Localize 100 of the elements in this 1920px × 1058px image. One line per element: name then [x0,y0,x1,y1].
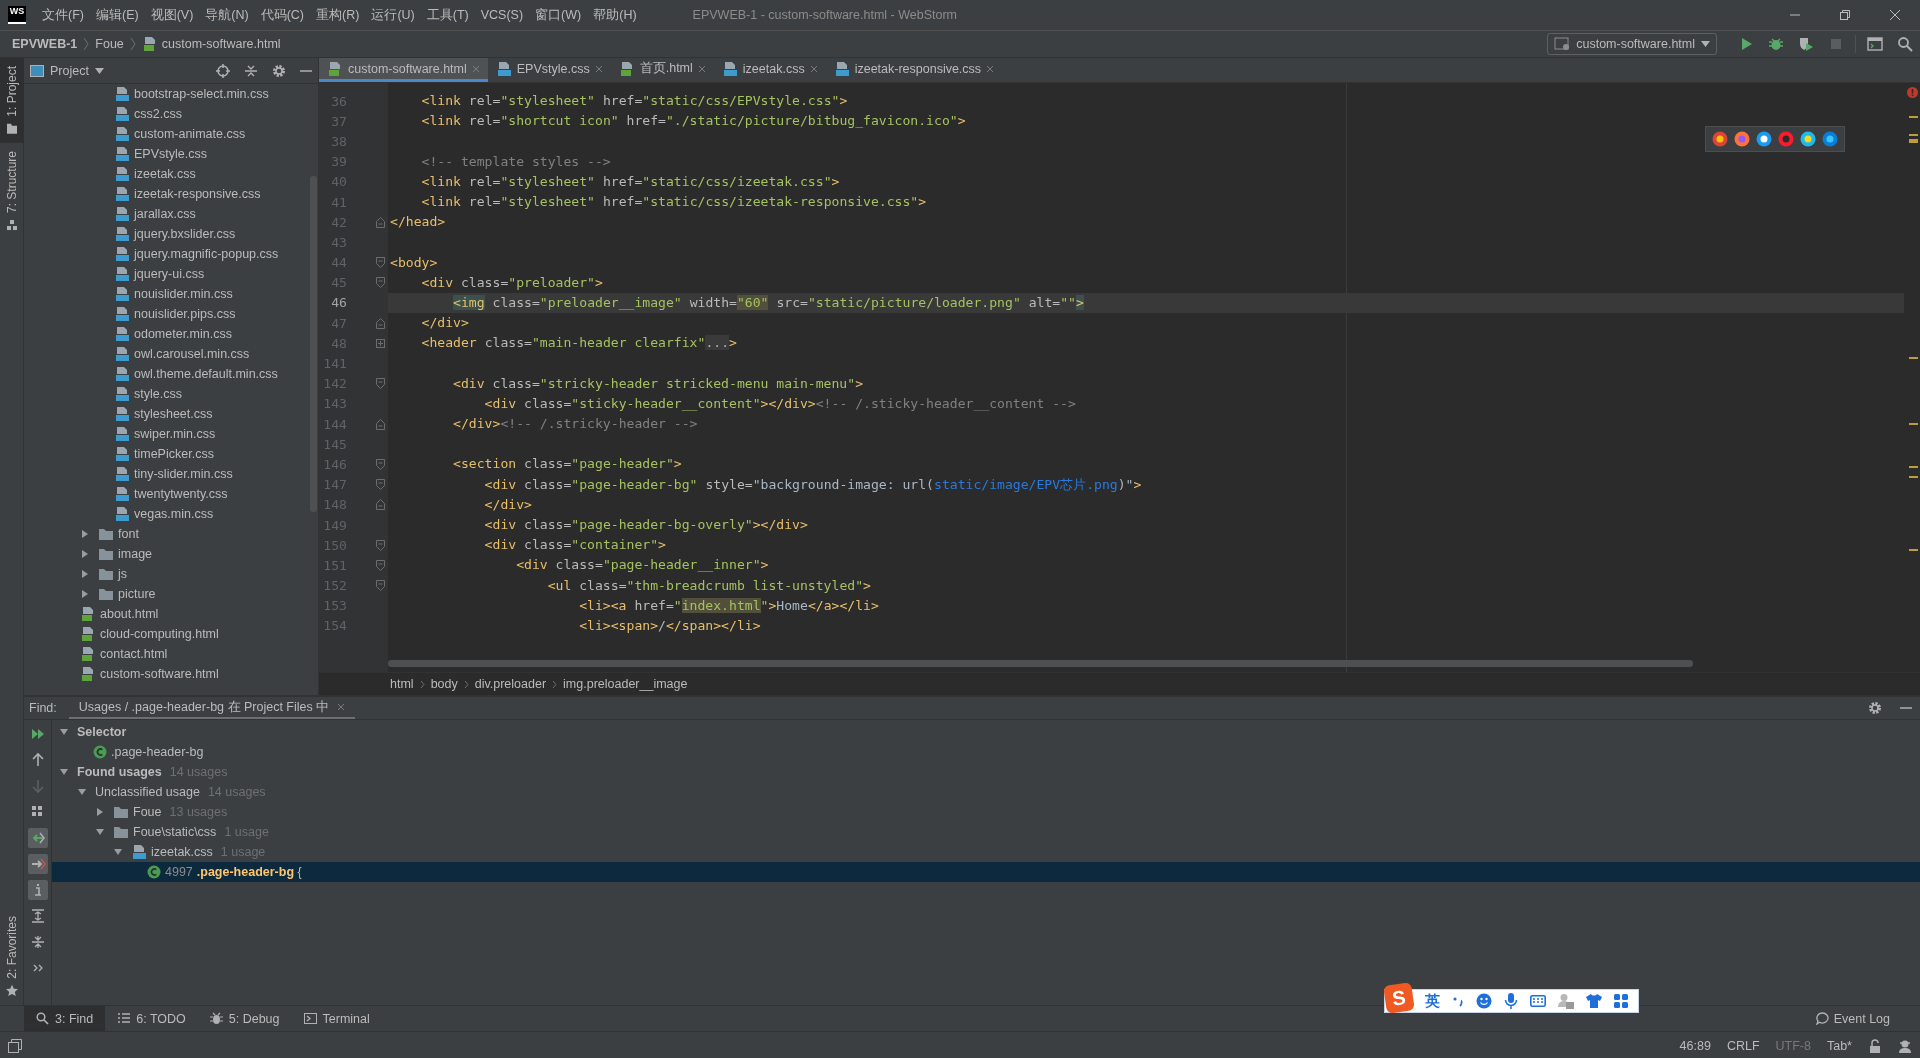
expanded-arrow-icon[interactable] [59,767,69,777]
breadcrumb[interactable]: custom-software.html [141,36,281,52]
event-log-button[interactable]: Event Log [1815,1011,1890,1026]
close-icon[interactable] [594,64,603,73]
usage-row[interactable]: 4997 .page-header-bg { [52,862,1920,882]
tool-window-tab[interactable]: 6: TODO [105,1006,198,1031]
grid-icon[interactable] [1614,994,1628,1008]
menu-item[interactable]: 导航(N) [199,6,255,24]
scrollbar-thumb[interactable] [310,176,317,512]
fold-icon[interactable] [376,418,385,430]
fold-icon[interactable] [376,257,385,269]
tool-window-tab[interactable]: 7: Structure [0,142,24,239]
result-node[interactable]: .page-header-bg [52,742,1920,762]
file-item[interactable]: contact.html [24,644,318,664]
folder-item[interactable]: font [24,524,318,544]
close-icon[interactable] [809,64,818,73]
search-icon[interactable] [1897,36,1913,52]
breadcrumb[interactable]: img.preloader__image [563,677,688,691]
close-icon[interactable] [697,64,706,73]
user-icon[interactable] [1558,993,1574,1009]
expanded-arrow-icon[interactable] [113,847,123,857]
status-item[interactable]: Tab* [1826,1038,1852,1053]
settings-icon[interactable] [272,63,286,78]
folder-item[interactable]: js [24,564,318,584]
file-item[interactable]: jarallax.css [24,204,318,224]
menu-item[interactable]: 窗口(W) [529,6,588,24]
lock-icon[interactable] [1868,1038,1882,1053]
breadcrumb[interactable]: div.preloader [474,677,547,691]
breadcrumb[interactable]: html [390,677,414,691]
file-item[interactable]: owl.carousel.min.css [24,344,318,364]
file-item[interactable]: nouislider.pips.css [24,304,318,324]
browser-icon[interactable] [1712,131,1728,147]
shirt-icon[interactable] [1586,993,1602,1009]
export-button[interactable] [27,854,48,874]
smiley-icon[interactable] [1476,993,1492,1009]
file-item[interactable]: tiny-slider.min.css [24,464,318,484]
file-item[interactable]: css2.css [24,104,318,124]
import-button[interactable] [27,828,48,848]
file-item[interactable]: EPVstyle.css [24,144,318,164]
keyboard-icon[interactable] [1530,995,1546,1007]
file-item[interactable]: custom-software.html [24,664,318,684]
breadcrumb[interactable]: EPVWEB-1 [12,37,78,51]
info-button[interactable] [27,880,48,900]
view-selector[interactable]: Project [30,63,104,78]
editor-tab[interactable]: custom-software.html [319,58,488,82]
folder-item[interactable]: picture [24,584,318,604]
collapsed-arrow-icon[interactable] [95,807,105,817]
tool-window-tab[interactable]: 1: Project [0,58,24,143]
scrollbar-thumb[interactable] [388,660,1693,667]
editor-tab[interactable]: EPVstyle.css [487,58,611,82]
result-node[interactable]: Selector [52,722,1920,742]
fold-icon[interactable] [376,559,385,571]
file-item[interactable]: izeetak-responsive.css [24,184,318,204]
fold-icon[interactable] [376,216,385,228]
breadcrumb[interactable]: body [430,677,458,691]
file-item[interactable]: nouislider.min.css [24,284,318,304]
fold-icon[interactable] [376,458,385,470]
expanded-arrow-icon[interactable] [77,787,87,797]
menu-item[interactable]: 帮助(H) [587,6,643,24]
menu-item[interactable]: 重构(R) [310,6,366,24]
fold-icon[interactable] [376,277,385,289]
unfold-icon[interactable] [376,338,385,348]
status-item[interactable]: CRLF [1726,1038,1760,1053]
coverage-icon[interactable] [1798,36,1814,52]
file-item[interactable]: custom-animate.css [24,124,318,144]
menu-item[interactable]: 工具(T) [420,6,475,24]
menu-item[interactable]: 编辑(E) [89,6,145,24]
fold-icon[interactable] [376,378,385,390]
inspector-icon[interactable] [1898,1038,1912,1053]
menu-item[interactable]: 运行(U) [365,6,421,24]
locate-icon[interactable] [216,63,230,78]
collapsed-arrow-icon[interactable] [80,549,90,559]
browser-icon[interactable] [1756,131,1772,147]
menu-item[interactable]: 视图(V) [144,6,200,24]
file-item[interactable]: about.html [24,604,318,624]
file-item[interactable]: jquery-ui.css [24,264,318,284]
tool-window-tab[interactable]: 2: Favorites [0,908,24,1005]
input-mode[interactable]: 英 [1425,991,1440,1011]
fold-icon[interactable] [376,539,385,551]
collapse-all-icon[interactable] [244,63,258,78]
file-item[interactable]: owl.theme.default.min.css [24,364,318,384]
error-icon[interactable] [1907,87,1918,98]
fold-icon[interactable] [376,499,385,511]
tool-window-tab[interactable]: 5: Debug [197,1006,292,1031]
file-item[interactable]: odometer.min.css [24,324,318,344]
close-icon[interactable] [986,64,995,73]
debug-icon[interactable] [1768,36,1784,52]
expanded-arrow-icon[interactable] [59,727,69,737]
file-item[interactable]: swiper.min.css [24,424,318,444]
breadcrumb[interactable]: Foue [95,37,124,51]
close-icon[interactable] [1889,9,1901,21]
editor-tab[interactable]: 首页.html [610,58,714,82]
file-item[interactable]: izeetak.css [24,164,318,184]
file-item[interactable]: style.css [24,384,318,404]
editor-tab[interactable]: izeetak.css [713,58,826,82]
fold-icon[interactable] [376,317,385,329]
results-tab[interactable]: Usages / .page-header-bg 在 Project Files 中 [68,697,356,719]
settings-icon[interactable] [1868,701,1882,715]
file-item[interactable]: stylesheet.css [24,404,318,424]
file-item[interactable]: jquery.magnific-popup.css [24,244,318,264]
